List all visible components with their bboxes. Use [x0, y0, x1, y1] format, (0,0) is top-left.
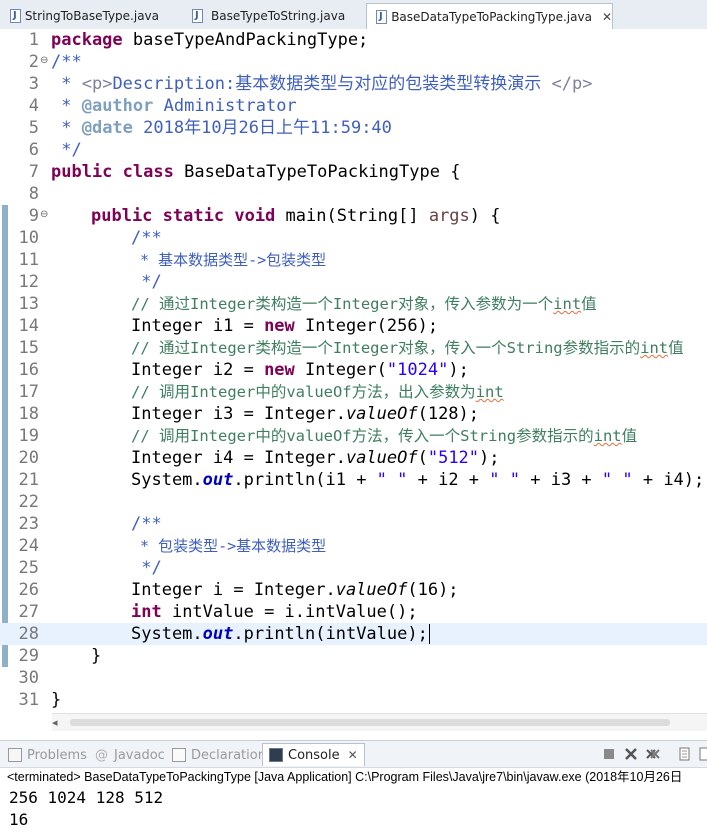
clear-console-icon[interactable]	[678, 747, 692, 761]
remove-all-terminated-icon[interactable]	[646, 747, 660, 761]
line-number: 11	[18, 250, 39, 270]
code-line: * <p>Description:基本数据类型与对应的包装类型转换演示 </p>	[51, 74, 593, 94]
tab-javadoc[interactable]: @ Javadoc	[95, 745, 165, 765]
line-number: 9	[28, 206, 39, 226]
java-file-icon: J	[9, 8, 21, 23]
horizontal-scrollbar[interactable]: ◂	[52, 713, 707, 731]
line-number: 28	[18, 624, 39, 644]
line-number: 18	[18, 404, 39, 424]
line-number: 30	[18, 668, 39, 688]
code-line: // 调用Integer中的valueOf方法，传入一个String参数指示的i…	[131, 427, 638, 445]
line-number: 27	[18, 602, 39, 622]
line-number: 20	[18, 448, 39, 468]
java-file-icon: J	[375, 9, 387, 24]
code-line: public class BaseDataTypeToPackingType {	[51, 162, 461, 182]
javadoc-icon: @	[95, 747, 108, 763]
code-line: // 通过Integer类构造一个Integer对象，传入参数为一个int值	[131, 295, 597, 313]
line-number: 3	[28, 74, 39, 94]
line-number: 5	[28, 118, 39, 138]
code-line: public static void main(String[] args) {	[91, 206, 501, 226]
console-icon	[269, 748, 283, 762]
line-number: 2	[28, 52, 39, 72]
line-number: 31	[18, 690, 39, 710]
code-line: Integer i = Integer.valueOf(16);	[131, 580, 459, 600]
code-line: /**	[51, 52, 82, 72]
current-line-highlight: 28 System.out.println(intValue);	[0, 623, 707, 645]
declaration-icon	[172, 748, 186, 762]
code-line: package baseTypeAndPackingType;	[51, 30, 369, 50]
tab-base-data-type-to-packing-type[interactable]: J BaseDataTypeToPackingType.java ✕	[366, 3, 613, 30]
code-line: }	[51, 690, 62, 710]
code-line: }	[91, 646, 102, 666]
line-number: 6	[28, 140, 39, 160]
tab-problems[interactable]: Problems	[8, 745, 87, 765]
tab-base-type-to-string[interactable]: J BaseTypeToString.java	[182, 3, 362, 28]
console-process-status: <terminated> BaseDataTypeToPackingType […	[7, 770, 683, 784]
fold-toggle-icon[interactable]: ⊖	[40, 56, 50, 66]
line-number: 22	[18, 492, 39, 512]
line-number: 12	[18, 272, 39, 292]
line-number: 26	[18, 580, 39, 600]
tab-declaration[interactable]: Declaration	[172, 745, 266, 765]
code-line: Integer i3 = Integer.valueOf(128);	[131, 404, 480, 424]
console-output-line: 16	[9, 810, 29, 829]
close-tab-icon[interactable]: ✕	[348, 748, 358, 762]
line-number: 4	[28, 96, 39, 116]
line-number: 15	[18, 338, 39, 358]
line-number: 24	[18, 536, 39, 556]
close-tab-icon[interactable]: ✕	[602, 10, 612, 24]
line-number: 19	[18, 426, 39, 446]
code-line: // 调用Integer中的valueOf方法，出入参数为int	[131, 383, 504, 401]
line-number: 7	[28, 162, 39, 182]
tab-string-to-base-type[interactable]: J StringToBaseType.java	[0, 3, 160, 28]
code-line: * @author Administrator	[51, 96, 297, 116]
line-number: 23	[18, 514, 39, 534]
code-line: * 基本数据类型->包装类型	[131, 251, 327, 269]
problems-icon	[8, 748, 22, 762]
line-number: 13	[18, 294, 39, 314]
code-line: Integer i4 = Integer.valueOf("512");	[131, 448, 500, 468]
code-line: /**	[131, 514, 162, 534]
line-number: 25	[18, 558, 39, 578]
code-line: System.out.println(intValue);	[131, 624, 430, 644]
code-line: /**	[131, 228, 162, 248]
line-number: 1	[28, 30, 39, 50]
code-line: */	[131, 272, 162, 292]
fold-toggle-icon[interactable]: ⊖	[40, 210, 50, 220]
line-number: 29	[18, 646, 39, 666]
code-line: * @date 2018年10月26日上午11:59:40	[51, 118, 392, 138]
code-line: Integer i2 = new Integer("1024");	[131, 360, 469, 380]
tab-label: BaseDataTypeToPackingType.java	[391, 9, 592, 24]
code-line: */	[131, 558, 162, 578]
line-number: 10	[18, 228, 39, 248]
line-number: 14	[18, 316, 39, 336]
line-number: 16	[18, 360, 39, 380]
tab-label: StringToBaseType.java	[24, 8, 159, 23]
java-file-icon: J	[191, 8, 205, 23]
text-caret	[428, 624, 430, 644]
terminate-icon[interactable]	[602, 747, 616, 761]
scroll-lock-icon[interactable]	[698, 747, 707, 761]
code-line: */	[51, 140, 82, 160]
line-number: 21	[18, 470, 39, 490]
console-output-line: 256 1024 128 512	[9, 788, 164, 807]
remove-launch-icon[interactable]	[624, 747, 638, 761]
code-line: * 包装类型->基本数据类型	[131, 537, 327, 555]
editor-tab-bar: J StringToBaseType.java J BaseTypeToStri…	[0, 0, 707, 30]
view-tab-bar: Problems @ Javadoc Declaration Console ✕	[0, 740, 707, 768]
code-line: Integer i1 = new Integer(256);	[131, 316, 439, 336]
code-line: System.out.println(i1 + " " + i2 + " " +…	[131, 470, 705, 490]
code-line: // 通过Integer类构造一个Integer对象，传入一个String参数指…	[131, 339, 684, 357]
tab-label: BaseTypeToString.java	[211, 8, 346, 23]
scrollbar-thumb[interactable]	[70, 719, 670, 726]
code-line: int intValue = i.intValue();	[131, 602, 418, 622]
scroll-left-icon[interactable]: ◂	[52, 716, 58, 729]
code-editor[interactable]: 1 package baseTypeAndPackingType; 2 ⊖ /*…	[0, 29, 707, 716]
line-number: 17	[18, 382, 39, 402]
line-number: 8	[28, 184, 39, 204]
tab-console[interactable]: Console ✕	[262, 743, 365, 766]
